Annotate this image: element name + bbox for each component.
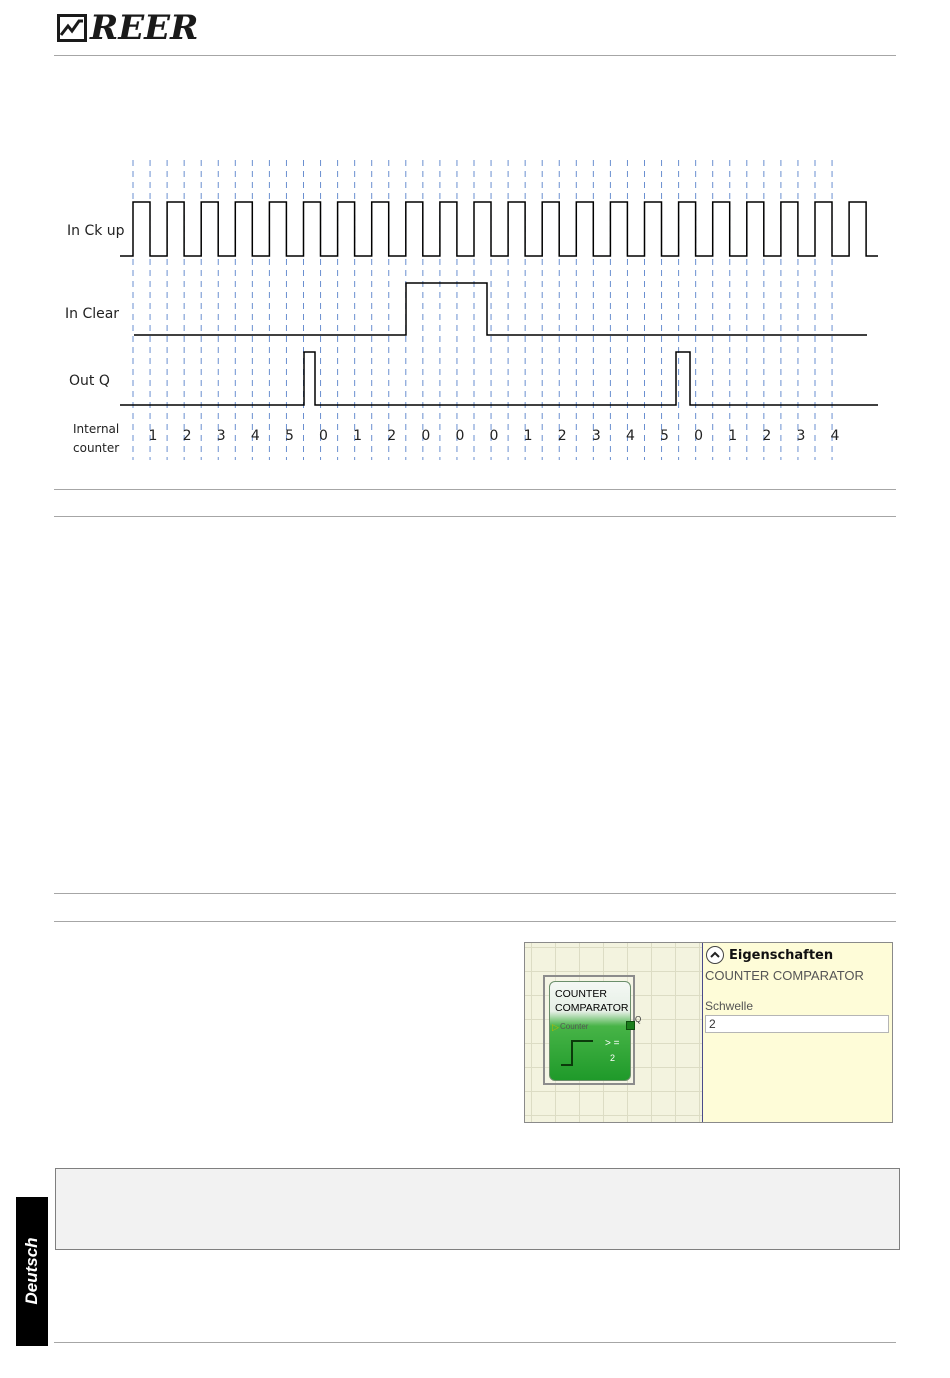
section-rule	[54, 921, 896, 922]
section-rule	[54, 516, 896, 517]
counter-value: 1	[524, 428, 533, 444]
counter-comparator-block[interactable]: COUNTER COMPARATOR ▷ Counter > = 2	[549, 981, 635, 1081]
clear-waveform	[134, 282, 867, 336]
operator-label: > =	[605, 1038, 620, 1049]
threshold-value: 2	[610, 1053, 616, 1063]
language-label: Deutsch	[22, 1237, 41, 1305]
counter-value: 0	[455, 428, 464, 444]
counter-value: 1	[353, 428, 362, 444]
counter-value: 0	[490, 428, 499, 444]
counter-value: 4	[831, 428, 840, 444]
step-function-icon	[561, 1040, 593, 1066]
footer-rule	[54, 1342, 896, 1343]
logo-mark-icon	[57, 14, 87, 42]
signal-label-ck-up: In Ck up	[67, 223, 125, 239]
counter-value: 2	[183, 428, 192, 444]
output-port[interactable]	[626, 1021, 635, 1030]
threshold-input[interactable]: 2	[705, 1015, 889, 1033]
output-port-label: Q	[635, 1015, 642, 1024]
counter-value: 3	[796, 428, 805, 444]
counter-value: 5	[285, 428, 294, 444]
counter-value: 4	[251, 428, 260, 444]
clock-waveform	[120, 201, 878, 257]
threshold-label: Schwelle	[705, 999, 754, 1013]
signal-label-q: Out Q	[69, 373, 110, 389]
language-side-tab: Deutsch	[16, 1197, 48, 1346]
note-box	[55, 1168, 900, 1250]
counter-value: 2	[387, 428, 396, 444]
timing-guides	[132, 160, 833, 460]
timing-diagram: In Ck up In Clear Out Q Internal counter…	[65, 160, 878, 460]
counter-value: 2	[762, 428, 771, 444]
counter-value: 2	[558, 428, 567, 444]
counter-label-line2: counter	[73, 441, 119, 455]
signal-label-clear: In Clear	[65, 306, 119, 322]
clock-line	[120, 201, 878, 257]
counter-value: 0	[694, 428, 703, 444]
counter-label-line1: Internal	[73, 422, 119, 436]
section-rule	[54, 489, 896, 490]
logo-text: REER	[90, 8, 199, 48]
properties-pane: Eigenschaften COUNTER COMPARATOR Schwell…	[703, 943, 892, 1122]
block-title: COUNTER COMPARATOR	[555, 988, 629, 1014]
canvas-grid: COUNTER COMPARATOR ▷ Counter > = 2 Q	[525, 943, 703, 1122]
properties-subtitle: COUNTER COMPARATOR	[705, 968, 864, 983]
input-port-arrow-icon[interactable]: ▷	[552, 1022, 559, 1032]
counter-value: 1	[149, 428, 158, 444]
counter-value: 3	[592, 428, 601, 444]
input-port-label: Counter	[560, 1022, 589, 1031]
header-rule	[54, 55, 896, 56]
counter-values: 1 2 3 4 5 0 1 2 0 0 0 1 2 3 4 5 0 1 2 3 4	[149, 428, 840, 444]
reer-logo: REER	[57, 8, 198, 48]
counter-value: 0	[421, 428, 430, 444]
counter-value: 0	[319, 428, 328, 444]
counter-value: 1	[728, 428, 737, 444]
counter-value: 3	[217, 428, 226, 444]
counter-value: 5	[660, 428, 669, 444]
properties-header: Eigenschaften	[706, 946, 833, 964]
counter-value: 4	[626, 428, 635, 444]
clear-line	[134, 282, 867, 336]
chevron-up-icon[interactable]	[706, 946, 724, 964]
section-rule	[54, 893, 896, 894]
function-block-panel: COUNTER COMPARATOR ▷ Counter > = 2 Q Eige…	[524, 942, 893, 1123]
properties-title: Eigenschaften	[729, 947, 834, 963]
